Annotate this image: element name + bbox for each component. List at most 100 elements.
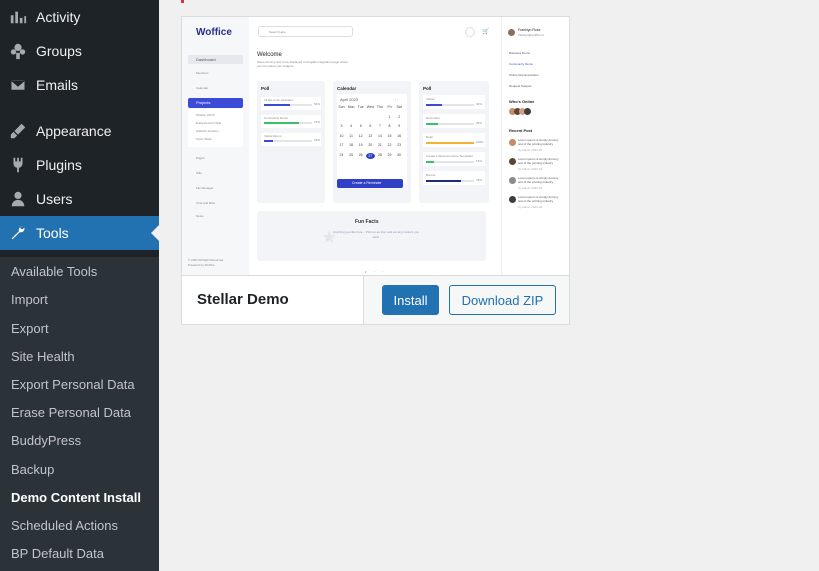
mockup-poll-bar xyxy=(426,123,474,125)
mockup-calendar-day: 6 xyxy=(369,124,372,128)
mockup-poll-item: Bonnet xyxy=(426,173,436,177)
mockup-recent-post: Recent Post xyxy=(509,128,533,133)
mockup-poll-bar xyxy=(426,104,474,106)
install-button[interactable]: Install xyxy=(382,285,439,315)
mockup-welcome-text: Some dummy text to be displayed in tangi… xyxy=(257,60,349,68)
mockup-right-link: Online Documentation xyxy=(509,73,539,77)
submenu-export-personal-data[interactable]: Export Personal Data xyxy=(11,377,135,392)
menu-groups[interactable]: Groups xyxy=(0,34,159,68)
tools-submenu: Available Tools Import Export Site Healt… xyxy=(0,257,159,571)
mockup-calendar-day: 22 xyxy=(387,143,392,147)
theme-screenshot[interactable]: Woffice Dashboard Members Calendar Proje… xyxy=(182,17,569,276)
menu-label: Activity xyxy=(36,9,81,25)
mockup-calendar-day: 2 xyxy=(398,114,401,119)
mockup-calendar-day: 18 xyxy=(349,143,354,147)
mockup-reminder-button: Create a Reminder xyxy=(352,181,382,185)
menu-activity[interactable]: Activity xyxy=(0,0,159,34)
mockup-calendar-day: 29 xyxy=(387,152,392,157)
groups-icon xyxy=(8,41,28,61)
mockup-post-title: Lorem ipsum is simply dummy text of the … xyxy=(518,138,559,146)
mockup-poll-pct: 34% xyxy=(476,102,483,106)
mockup-nav-item: Wiki xyxy=(196,171,202,175)
mockup-poll-title: Poll xyxy=(423,86,432,91)
menu-tools[interactable]: Tools xyxy=(0,216,159,250)
users-icon xyxy=(8,189,28,209)
theme-name: Stellar Demo xyxy=(197,291,289,308)
mockup-subnav-item: Website Iteration xyxy=(196,129,219,133)
mockup-fun-facts-text: Anything you like here... Pick up an ico… xyxy=(333,230,419,239)
mockup-subnav-item: Woffice UI/UX xyxy=(196,113,215,117)
mockup-nav-item: Pages xyxy=(196,156,205,160)
menu-plugins[interactable]: Plugins xyxy=(0,148,159,182)
mockup-whos-online: Who's Online xyxy=(509,99,535,104)
menu-users[interactable]: Users xyxy=(0,182,159,216)
mockup-calendar-day: 21 xyxy=(377,143,382,147)
download-zip-button[interactable]: Download ZIP xyxy=(449,285,556,315)
mockup-post-thumb xyxy=(509,196,516,203)
submenu-import[interactable]: Import xyxy=(11,292,48,307)
mockup-nav-item: Calendar xyxy=(196,86,209,90)
mockup-post-date: by Admin 2023-04 xyxy=(518,148,543,152)
mockup-poll-bar xyxy=(426,161,474,163)
mockup-poll-title: Poll xyxy=(261,86,270,91)
submenu-demo-content-install[interactable]: Demo Content Install xyxy=(11,490,141,505)
mockup-calendar-card: Calendar April 2023 ‹ › Sun Mon Tue Wed Thu F… xyxy=(333,81,411,203)
theme-card[interactable]: Woffice Dashboard Members Calendar Proje… xyxy=(181,16,570,325)
mockup-post-thumb xyxy=(509,177,516,184)
mockup-cart-icon: 🛒 xyxy=(482,29,490,35)
submenu-scheduled-actions[interactable]: Scheduled Actions xyxy=(11,518,118,533)
submenu-erase-personal-data[interactable]: Erase Personal Data xyxy=(11,405,131,420)
mockup-calendar-day: 9 xyxy=(398,124,401,128)
tools-wrench-icon xyxy=(8,223,28,243)
mockup-calendar-day: 26 xyxy=(358,152,363,157)
mockup-sidebar: Woffice Dashboard Members Calendar Proje… xyxy=(182,17,249,275)
mockup-poll-pct: 73% xyxy=(314,120,321,124)
mockup-nav-item-active: Projects xyxy=(196,100,211,105)
mockup-right-link: Community Demo xyxy=(509,62,534,66)
menu-label: Groups xyxy=(36,43,82,59)
error-notice-edge xyxy=(181,0,184,3)
mockup-calendar-weekday: Sat xyxy=(396,105,402,109)
mockup-post-thumb xyxy=(509,158,516,165)
submenu-backup[interactable]: Backup xyxy=(11,462,54,477)
submenu-bp-default-data[interactable]: BP Default Data xyxy=(11,546,104,561)
menu-label: Plugins xyxy=(36,157,82,173)
mockup-calendar-day: 25 xyxy=(349,152,354,157)
mockup-post-date: by Admin 2023-04 xyxy=(518,167,543,171)
mockup-right-link: Request Support xyxy=(509,84,532,88)
mockup-calendar-today: 27 xyxy=(365,152,375,159)
menu-appearance[interactable]: Appearance xyxy=(0,114,159,148)
submenu-available-tools[interactable]: Available Tools xyxy=(11,264,97,279)
mockup-carousel-dots: • · · xyxy=(365,269,387,274)
mockup-fun-facts: Fun Facts ★ Anything you like here... Pi… xyxy=(257,211,486,261)
mockup-nav-item: File Manager xyxy=(196,186,214,190)
mockup-post-title: Lorem ipsum is simply dummy text of the … xyxy=(518,195,559,203)
submenu-buddypress[interactable]: BuddyPress xyxy=(11,433,81,448)
mockup-poll-item: Community Demo xyxy=(264,116,289,120)
mockup-poll-pct: 16% xyxy=(476,159,483,163)
menu-label: Users xyxy=(36,191,73,207)
mockup-calendar-day: 16 xyxy=(397,133,402,138)
mockup-poll-bar xyxy=(426,142,474,144)
menu-label: Emails xyxy=(36,77,79,93)
mockup-nav-item: Chat and Bots xyxy=(196,201,216,205)
mockup-fun-facts-title: Fun Facts xyxy=(355,219,379,225)
mockup-poll-item: Yellow xyxy=(426,97,435,101)
mockup-avatar xyxy=(508,29,515,36)
mockup-calendar-nav: ‹ › xyxy=(395,97,398,101)
mockup-calendar-day: 15 xyxy=(387,133,392,138)
admin-sidebar: Activity Groups Emails Appearance Plugin… xyxy=(0,0,159,571)
submenu-export[interactable]: Export xyxy=(11,321,49,336)
theme-actions: Install Download ZIP xyxy=(363,276,569,324)
mockup-poll-item: Ruler xyxy=(426,135,434,139)
mockup-calendar-day: 12 xyxy=(358,133,363,138)
submenu-site-health[interactable]: Site Health xyxy=(11,349,75,364)
mockup-post-date: by Admin 2023-04 xyxy=(518,205,543,209)
mockup-calendar-day: 5 xyxy=(359,124,362,128)
mockup-logo: Woffice xyxy=(196,27,232,38)
mockup-calendar-day: 17 xyxy=(339,143,344,147)
mockup-calendar-weekday: Fri xyxy=(387,105,392,109)
mockup-main: Search Here 🛒 Welcome Some dummy text to… xyxy=(249,17,501,275)
mockup-poll-card: Poll I'd like to be Assistant 52% Commun… xyxy=(257,81,325,203)
menu-emails[interactable]: Emails xyxy=(0,68,159,102)
